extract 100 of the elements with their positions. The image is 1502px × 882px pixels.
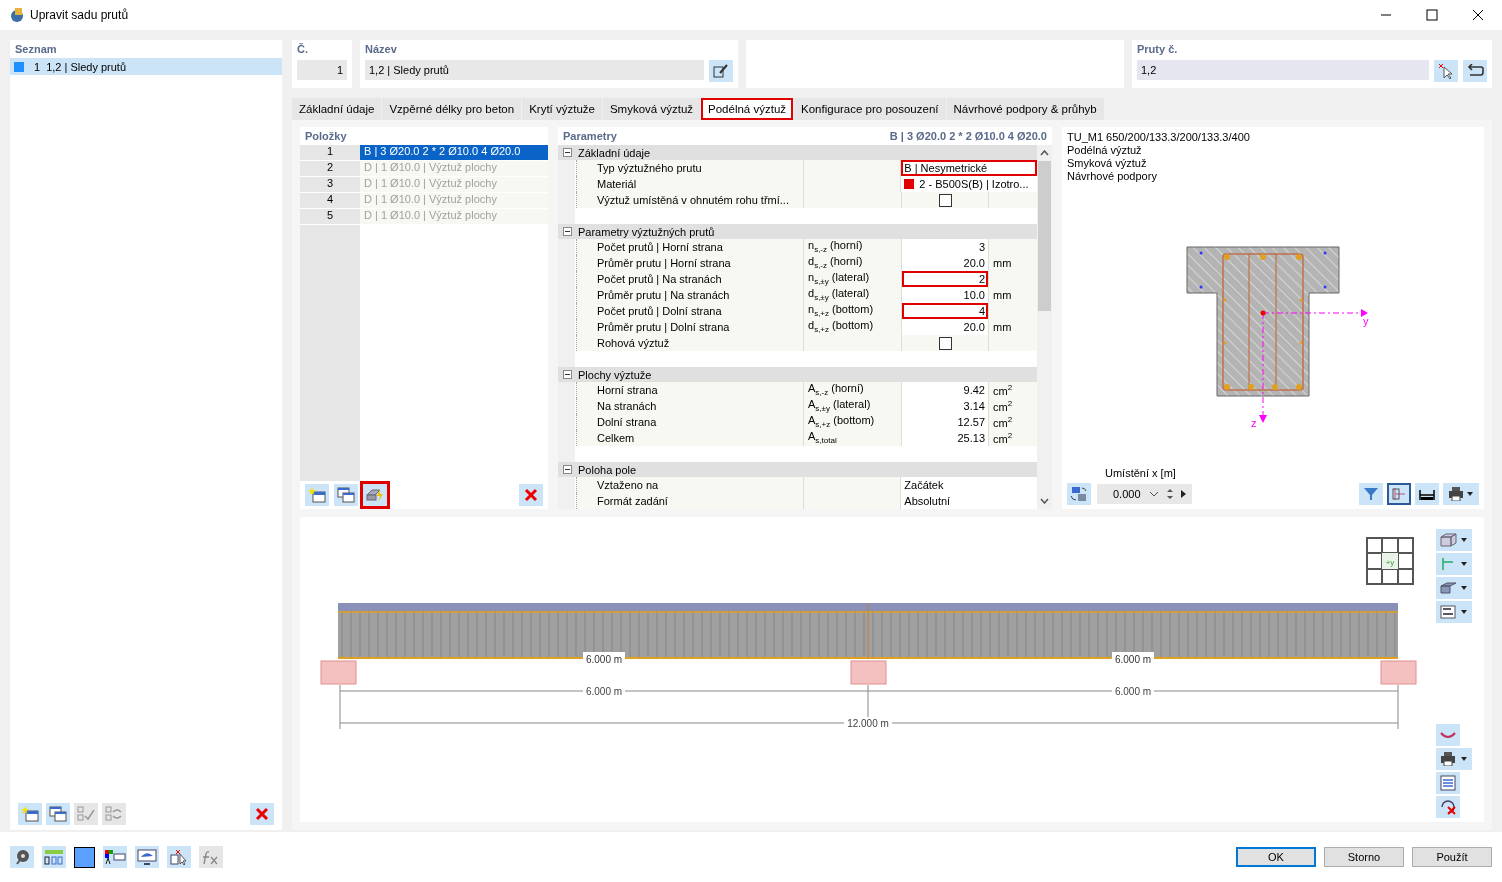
info-text: TU_M1 650/200/133.3/200/133.3/400: [1067, 131, 1251, 144]
axes-button[interactable]: [1387, 483, 1411, 505]
unit-text: cm$^{2}$: [993, 415, 1013, 429]
summary-text: B | 3 Ø20.0 2 * 2 Ø10.0 4 Ø20.0: [889, 130, 1047, 142]
copy-button[interactable]: [46, 803, 70, 825]
number-field[interactable]: 1: [297, 60, 347, 80]
property-label: Celkem: [576, 430, 804, 446]
value-field[interactable]: 20.0: [902, 255, 988, 271]
view-mode-button[interactable]: [1436, 529, 1472, 551]
collapse-icon[interactable]: [563, 370, 572, 379]
property-label: Rohová výztuž: [576, 335, 804, 351]
render-button[interactable]: [1436, 577, 1472, 599]
collapse-icon[interactable]: [563, 227, 572, 236]
formula-button[interactable]: [199, 846, 223, 868]
dialog-button[interactable]: Použít: [1412, 847, 1492, 867]
symbol-text: n$_{s,±y}$ (lateral): [808, 271, 870, 287]
info-text: Podélná výztuž: [1067, 144, 1143, 157]
value-field[interactable]: 4: [902, 303, 988, 319]
display-button[interactable]: [103, 846, 127, 868]
printer-icon: [1448, 487, 1474, 501]
location-spinner[interactable]: 0.000: [1097, 484, 1192, 504]
symbol-text: A$_{s,+z}$ (bottom): [808, 414, 875, 430]
symbol-text: n$_{s,+z}$ (bottom): [808, 303, 874, 319]
check-all-button[interactable]: [74, 803, 98, 825]
symbol-text: A$_{s,±y}$ (lateral): [808, 398, 871, 414]
location-label: Umístění x [m]: [1105, 467, 1177, 479]
units-button[interactable]: [42, 846, 66, 868]
chevron-up-icon[interactable]: [1040, 150, 1049, 156]
delete-button[interactable]: [519, 484, 543, 506]
field-label: Č.: [297, 43, 309, 55]
tab[interactable]: Návrhové podpory & průhyb: [946, 98, 1104, 120]
return-button[interactable]: [1463, 60, 1487, 82]
print-button[interactable]: [1436, 748, 1472, 770]
value-field[interactable]: 25.13: [902, 430, 988, 446]
group-title: Parametry výztužných prutů: [578, 225, 715, 238]
print-button[interactable]: [1443, 483, 1479, 505]
deform-button[interactable]: [1436, 724, 1460, 746]
unit-text: mm: [993, 321, 1012, 333]
tab[interactable]: Smyková výztuž: [602, 98, 701, 120]
new-item-button[interactable]: [305, 484, 329, 506]
value-field[interactable]: 3.14: [902, 398, 988, 414]
copy-item-button[interactable]: [334, 484, 358, 506]
value-field[interactable]: 10.0: [902, 287, 988, 303]
value-field[interactable]: Absolutní: [901, 493, 1037, 509]
symbol-text: A$_{s,total}$: [808, 430, 837, 446]
filter-button[interactable]: [1359, 483, 1383, 505]
tab[interactable]: Krytí výztuže: [522, 98, 602, 120]
value-field[interactable]: 9.42: [902, 382, 988, 398]
value-field[interactable]: 20.0: [902, 319, 988, 335]
printer-icon: [1439, 752, 1469, 766]
dialog-button[interactable]: Storno: [1324, 847, 1404, 867]
tab[interactable]: Konfigurace pro posouzení: [794, 98, 946, 120]
value-field[interactable]: Začátek: [901, 477, 1037, 493]
item-row[interactable]: B | 3 Ø20.0 2 * 2 Ø10.0 4 Ø20.0: [360, 145, 548, 161]
tab[interactable]: Vzpěrné délky pro beton: [382, 98, 522, 120]
pick-button[interactable]: [1434, 60, 1458, 82]
help-button[interactable]: [10, 846, 34, 868]
tab[interactable]: Podélná výztuž: [701, 98, 794, 120]
span-label: 6.000 m: [585, 654, 623, 665]
pencil-icon: [713, 64, 729, 78]
collapse-icon[interactable]: [563, 465, 572, 474]
row-number: 3: [300, 177, 360, 193]
edit-button[interactable]: [709, 60, 733, 82]
row-number: 4: [300, 193, 360, 209]
new-window-icon: [308, 487, 326, 503]
maximize-icon[interactable]: [1426, 9, 1438, 21]
delete-button[interactable]: [250, 803, 274, 825]
checkbox[interactable]: [938, 193, 952, 207]
checklist-swap-icon: [105, 806, 123, 822]
info-text: Návrhové podpory: [1067, 170, 1158, 183]
reset-button[interactable]: [1436, 796, 1460, 818]
dimension-button[interactable]: [1415, 483, 1439, 505]
list-item[interactable]: 1 1,2 | Sledy prutů: [10, 58, 282, 75]
color-button[interactable]: [74, 846, 95, 868]
monitor-icon: [136, 849, 158, 865]
value-field[interactable]: 12.57: [902, 414, 988, 430]
scrollbar[interactable]: [1037, 145, 1052, 509]
checkbox[interactable]: [938, 336, 952, 350]
name-field[interactable]: 1,2 | Sledy prutů: [365, 60, 704, 80]
members-field[interactable]: 1,2: [1137, 60, 1429, 80]
value-field[interactable]: 2: [902, 271, 988, 287]
view-button[interactable]: [1067, 483, 1091, 505]
value-field[interactable]: B | Nesymetrické: [901, 160, 1037, 176]
close-icon[interactable]: [1472, 9, 1484, 21]
monitor-button[interactable]: [135, 846, 159, 868]
generate-button[interactable]: [363, 484, 387, 506]
pick-button[interactable]: [167, 846, 191, 868]
spin-arrows-icon: [1166, 488, 1173, 500]
unit-text: cm$^{2}$: [993, 383, 1013, 397]
new-button[interactable]: [18, 803, 42, 825]
symbol-text: A$_{s,-z}$ (horní): [808, 382, 864, 398]
dialog-button[interactable]: OK: [1236, 847, 1316, 867]
scale-button[interactable]: [1436, 601, 1472, 623]
tab[interactable]: Základní údaje: [292, 98, 382, 120]
cursor-icon: [1438, 63, 1454, 79]
new-window-icon: [21, 806, 39, 822]
value-field[interactable]: 3: [902, 239, 988, 255]
axes-icon: [1391, 486, 1407, 502]
chevron-down-icon[interactable]: [1040, 498, 1049, 504]
collapse-icon[interactable]: [563, 148, 572, 157]
